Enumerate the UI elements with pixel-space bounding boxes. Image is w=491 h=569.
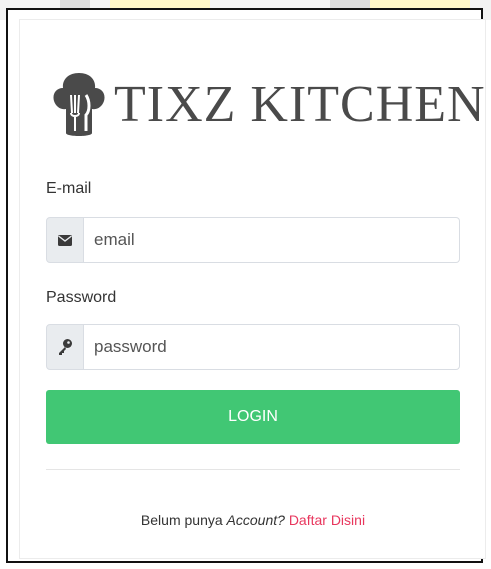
login-card: TIXZ KITCHEN E-mail Password LOGIN Belum…: [20, 20, 485, 558]
email-label: E-mail: [46, 180, 92, 197]
register-prompt-question: ?: [277, 512, 289, 528]
register-prompt: Belum punya Account? Daftar Disini: [46, 512, 460, 528]
email-input-group: [46, 217, 460, 263]
brand-name: TIXZ KITCHEN: [114, 76, 486, 133]
register-prompt-text: Belum punya: [140, 512, 227, 528]
register-prompt-account: Account: [226, 512, 278, 528]
chef-hat-logo-icon: [53, 73, 105, 136]
email-addon: [46, 217, 84, 263]
password-addon: [46, 324, 84, 370]
divider: [46, 469, 460, 470]
brand-logo: TIXZ KITCHEN: [50, 65, 486, 145]
register-link[interactable]: Daftar Disini: [289, 512, 365, 528]
email-field[interactable]: [84, 217, 460, 263]
login-button[interactable]: LOGIN: [46, 390, 460, 444]
key-icon: [59, 339, 72, 355]
password-input-group: [46, 324, 460, 370]
password-field[interactable]: [84, 324, 460, 370]
envelope-icon: [58, 234, 72, 246]
password-label: Password: [46, 289, 117, 306]
